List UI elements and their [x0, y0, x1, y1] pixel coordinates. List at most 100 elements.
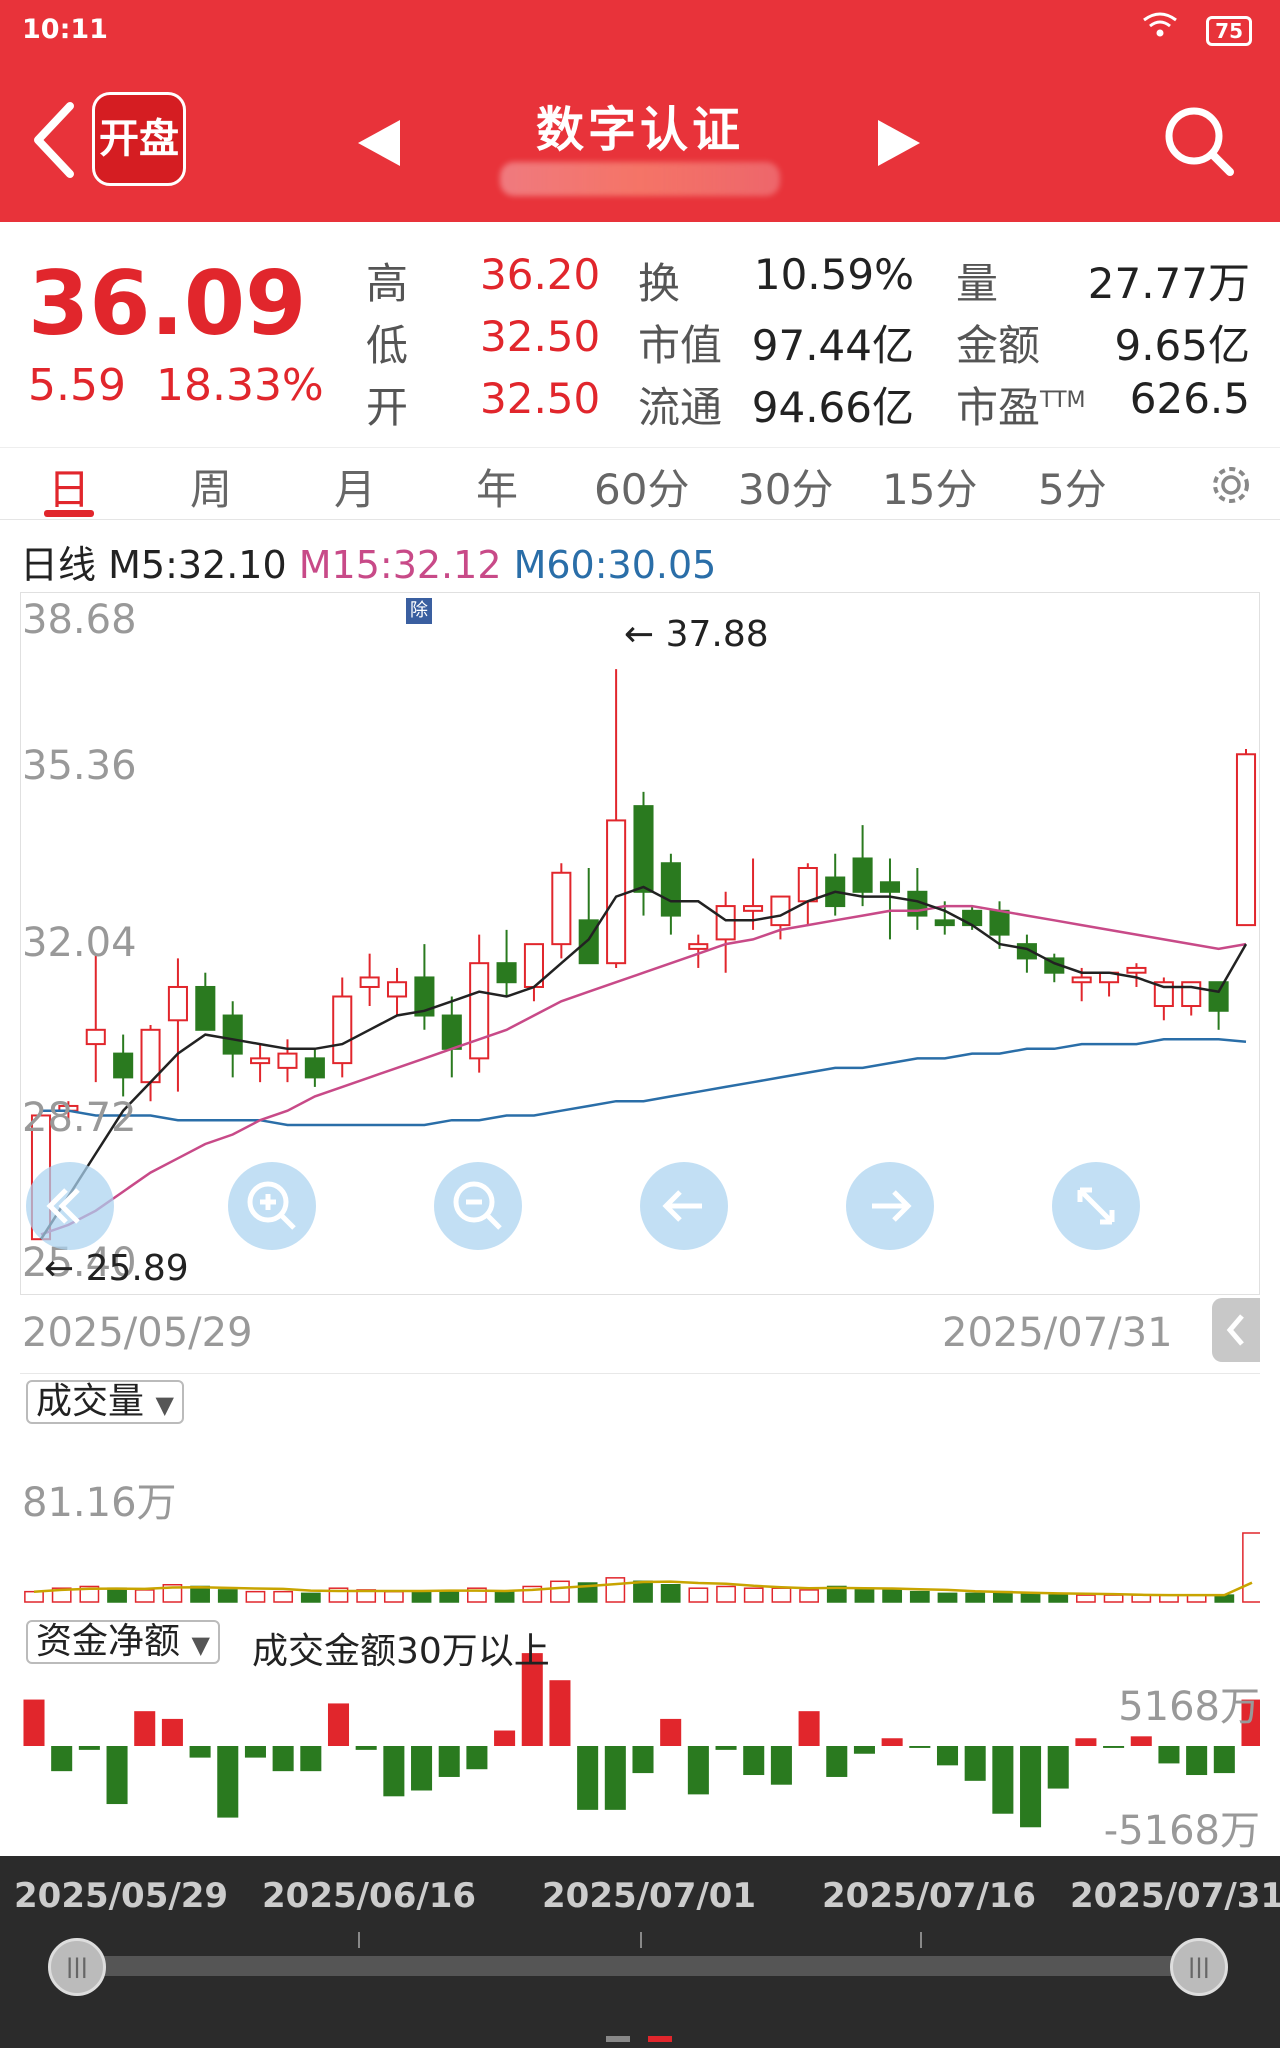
change-value: 5.59 — [28, 360, 126, 411]
volume-bar — [107, 1587, 127, 1603]
flow-bar — [992, 1746, 1014, 1814]
search-icon[interactable] — [1162, 104, 1236, 178]
tab-5min[interactable]: 5分 — [1038, 456, 1107, 517]
candle-body — [852, 857, 873, 893]
volume-max-label: 81.16万 — [22, 1480, 177, 1526]
scrubber-track[interactable] — [60, 1956, 1210, 1976]
volume-bar — [300, 1592, 321, 1603]
low-annotation: ← 25.89 — [44, 1248, 189, 1289]
amount-label: 金额 — [956, 321, 1041, 370]
volume-bar — [1242, 1532, 1262, 1603]
flow-note: 成交金额30万以上 — [252, 1631, 550, 1672]
scrubber-right-handle[interactable]: ||| — [1170, 1938, 1228, 1996]
volume-chart — [20, 1373, 1262, 1603]
scroll-left-fast-button[interactable] — [26, 1162, 114, 1250]
ma60-value: M60:30.05 — [513, 543, 717, 587]
tab-60min[interactable]: 60分 — [594, 456, 689, 517]
pe-label-text: 市盈 — [956, 383, 1041, 432]
volume-bar — [771, 1587, 792, 1603]
gear-icon[interactable] — [1208, 462, 1254, 508]
volume-bar — [550, 1580, 570, 1603]
pe-value: 626.5 — [1129, 374, 1250, 423]
candle-body — [304, 1057, 325, 1079]
flow-bar — [244, 1746, 266, 1758]
flow-bar — [327, 1703, 350, 1746]
low-label: 低 — [366, 321, 409, 370]
tab-year[interactable]: 年 — [476, 456, 518, 517]
flow-bar — [549, 1680, 571, 1746]
dropdown-triangle-icon: ▼ — [191, 1631, 210, 1659]
move-left-button[interactable] — [640, 1162, 728, 1250]
volume-bar — [273, 1590, 294, 1603]
flow-bar — [23, 1699, 45, 1746]
tab-30min[interactable]: 30分 — [738, 456, 833, 517]
float-value: 94.66亿 — [751, 383, 914, 432]
time-scrubber[interactable]: 2025/05/29 2025/06/16 2025/07/01 2025/07… — [0, 1856, 1280, 2048]
scrubber-tick — [358, 1932, 360, 1948]
candle-body — [469, 962, 490, 1060]
app-header: 10:11 75 开盘 数字认证 — [0, 0, 1280, 222]
candle-body — [688, 943, 709, 950]
flow-bar — [161, 1718, 183, 1746]
tab-15min[interactable]: 15分 — [882, 456, 977, 517]
candle-body — [1071, 976, 1092, 984]
scrubber-date-4: 2025/07/16 — [822, 1876, 1037, 1916]
flow-bar — [715, 1746, 737, 1750]
side-panel-toggle[interactable] — [1212, 1298, 1260, 1362]
volume-bar — [1131, 1594, 1152, 1603]
flow-bar — [355, 1746, 377, 1750]
flow-bar — [134, 1711, 156, 1746]
volume-bar — [909, 1590, 930, 1603]
candle-body — [660, 862, 681, 917]
zoom-out-button[interactable] — [434, 1162, 522, 1250]
volume-selector[interactable]: 成交量 ▼ — [26, 1380, 184, 1424]
candle-body — [1126, 966, 1147, 974]
period-tabs: 日 周 月 年 60分 30分 15分 5分 — [0, 448, 1280, 520]
flow-bar — [853, 1746, 875, 1754]
y-label-3: 32.04 — [22, 920, 137, 966]
volume-bar — [245, 1590, 266, 1603]
volume-bar — [799, 1589, 819, 1603]
volume-bar — [688, 1587, 709, 1603]
zoom-in-button[interactable] — [228, 1162, 316, 1250]
candle-body — [386, 981, 408, 998]
tab-month[interactable]: 月 — [334, 456, 376, 517]
high-annotation: ← 37.88 — [624, 614, 769, 655]
flow-bar — [687, 1746, 709, 1795]
high-value: 36.20 — [480, 250, 601, 299]
volume-bar — [134, 1589, 155, 1603]
volume-bar — [1020, 1592, 1041, 1603]
candle-body — [633, 805, 654, 893]
volume-bar — [743, 1587, 764, 1603]
fullscreen-button[interactable] — [1052, 1162, 1140, 1250]
turnover-label: 换 — [638, 259, 681, 308]
float-label: 流通 — [638, 383, 723, 432]
ex-dividend-badge: 除 — [406, 598, 432, 624]
flow-bar — [217, 1746, 239, 1818]
volume-bar — [439, 1590, 460, 1603]
flow-bar — [438, 1746, 460, 1777]
flow-bar — [1075, 1738, 1097, 1746]
flow-bar — [743, 1746, 765, 1776]
scrubber-left-handle[interactable]: ||| — [48, 1938, 106, 1996]
tab-day[interactable]: 日 — [48, 456, 90, 517]
volume-bar — [716, 1585, 736, 1603]
flow-bar — [78, 1746, 100, 1750]
flow-bar — [1158, 1746, 1180, 1764]
candle-body — [743, 905, 764, 912]
flow-bar — [411, 1746, 433, 1791]
scrubber-date-1: 2025/05/29 — [14, 1876, 229, 1916]
flow-bar — [51, 1746, 73, 1772]
flow-selector[interactable]: 资金净额 ▼ — [26, 1620, 220, 1664]
tab-week[interactable]: 周 — [190, 456, 232, 517]
flow-bar — [383, 1746, 405, 1797]
candle-body — [1208, 981, 1229, 1012]
next-stock-icon[interactable] — [876, 118, 922, 168]
stock-code-blurred — [500, 162, 780, 196]
price-change: 5.59 18.33% — [28, 360, 324, 411]
mcap-label: 市值 — [638, 321, 723, 370]
scrubber-date-3: 2025/07/01 — [542, 1876, 757, 1916]
candle-body — [496, 962, 517, 984]
ma-legend: 日线 M5:32.10 M15:32.12 M60:30.05 — [20, 534, 716, 589]
move-right-button[interactable] — [846, 1162, 934, 1250]
